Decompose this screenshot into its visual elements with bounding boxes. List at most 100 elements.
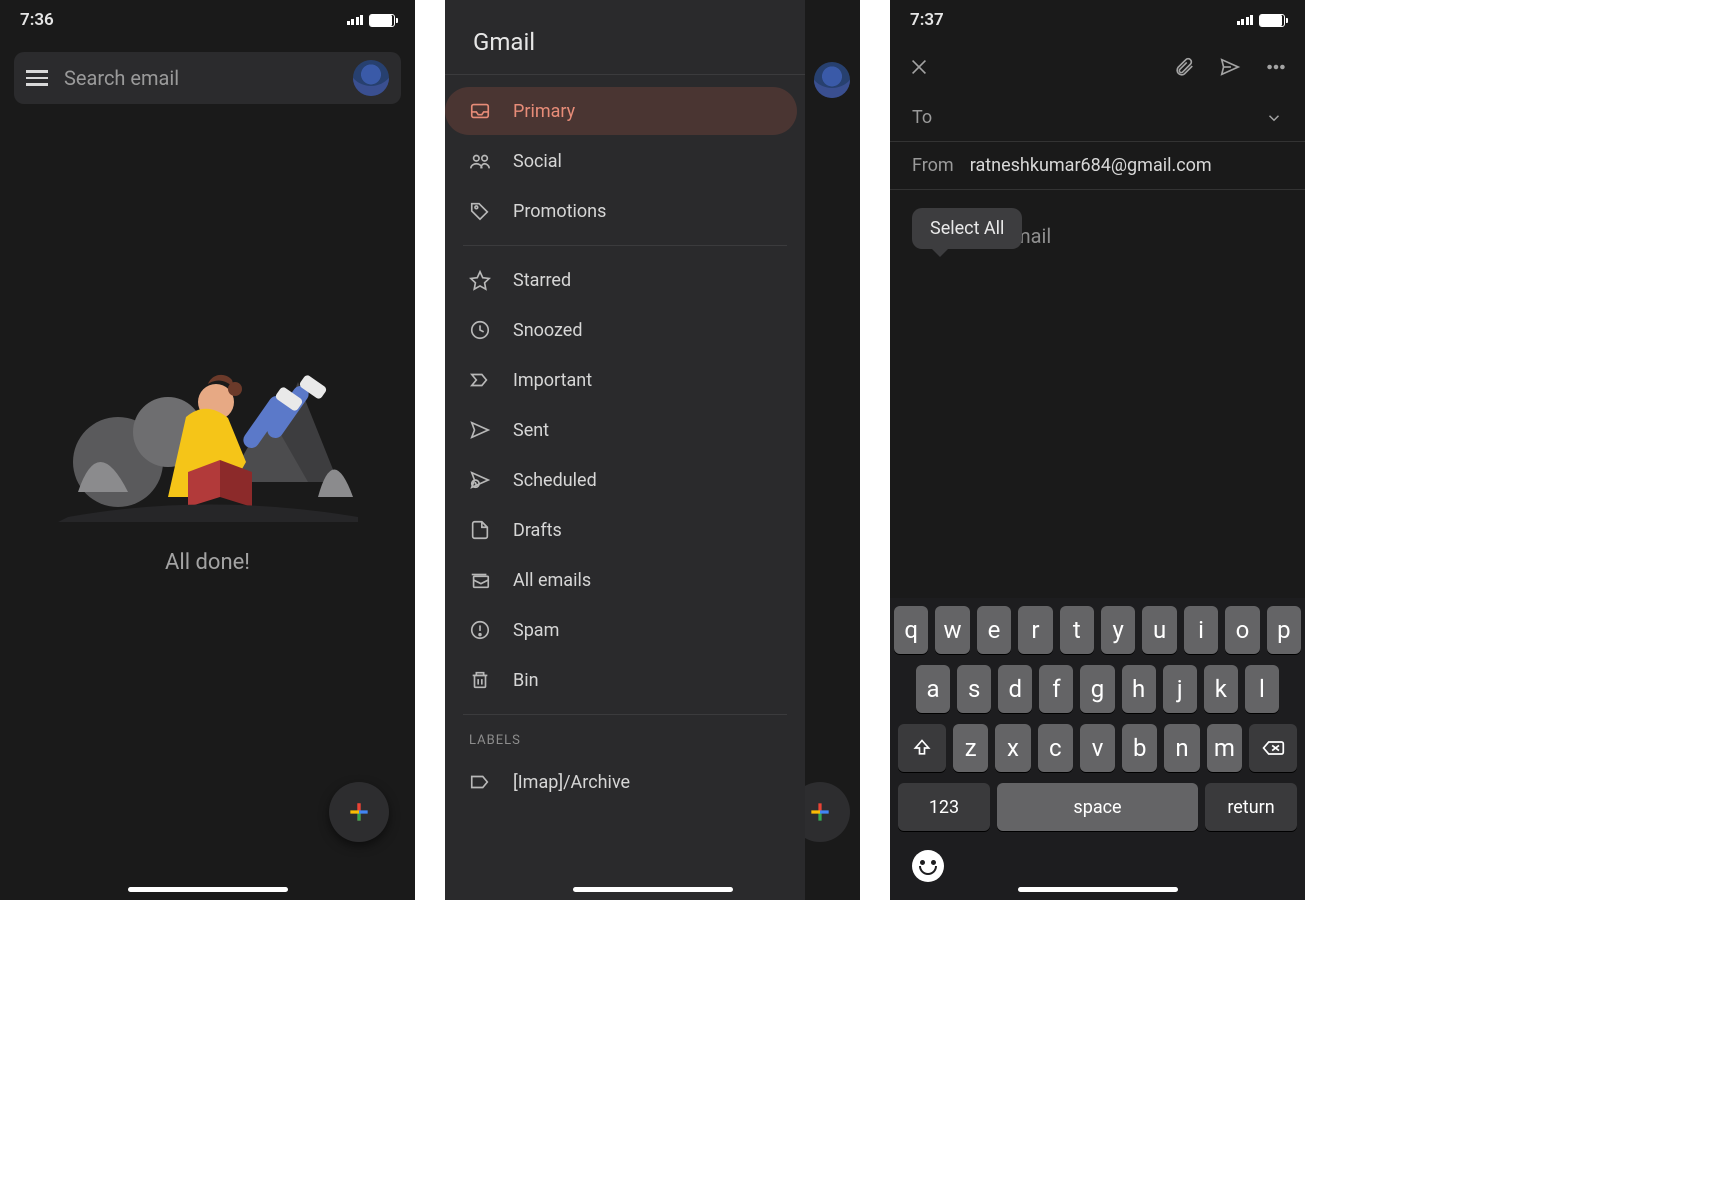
- drawer-item-important[interactable]: Important: [445, 356, 797, 404]
- drawer-item--imap-archive[interactable]: [Imap]/Archive: [445, 758, 797, 806]
- drawer-item-label: Drafts: [513, 520, 562, 541]
- status-time: 7:36: [20, 10, 54, 30]
- drawer-item-social[interactable]: Social: [445, 137, 797, 185]
- stacked-icon: [469, 569, 491, 591]
- key-d[interactable]: d: [998, 665, 1032, 713]
- from-value: ratneshkumar684@gmail.com: [970, 155, 1283, 176]
- signal-icon: [1237, 15, 1254, 25]
- divider: [463, 714, 787, 715]
- compose-fab[interactable]: [329, 782, 389, 842]
- scheduled-icon: [469, 469, 491, 491]
- key-c[interactable]: c: [1038, 724, 1073, 772]
- status-right: [347, 14, 396, 27]
- drawer-item-all-emails[interactable]: All emails: [445, 556, 797, 604]
- status-bar: 7:37: [890, 0, 1305, 40]
- key-j[interactable]: j: [1163, 665, 1197, 713]
- hamburger-icon[interactable]: [26, 70, 48, 86]
- key-z[interactable]: z: [953, 724, 988, 772]
- select-all-label: Select All: [930, 218, 1004, 239]
- file-icon: [469, 519, 491, 541]
- emoji-key[interactable]: [912, 850, 944, 882]
- key-n[interactable]: n: [1164, 724, 1199, 772]
- key-s[interactable]: s: [957, 665, 991, 713]
- drawer-item-primary[interactable]: Primary: [445, 87, 797, 135]
- key-l[interactable]: l: [1245, 665, 1279, 713]
- key-u[interactable]: u: [1142, 606, 1176, 654]
- from-field[interactable]: From ratneshkumar684@gmail.com: [890, 142, 1305, 190]
- drawer-item-label: Scheduled: [513, 470, 597, 491]
- labels-header: LABELS: [445, 723, 805, 756]
- alert-icon: [469, 619, 491, 641]
- backspace-key[interactable]: [1249, 724, 1297, 772]
- num-key[interactable]: 123: [898, 783, 990, 831]
- send-icon[interactable]: [1219, 56, 1241, 78]
- drawer-item-promotions[interactable]: Promotions: [445, 187, 797, 235]
- drawer-item-label: [Imap]/Archive: [513, 772, 630, 793]
- home-indicator[interactable]: [1018, 887, 1178, 892]
- drawer-item-drafts[interactable]: Drafts: [445, 506, 797, 554]
- avatar[interactable]: [353, 60, 389, 96]
- key-t[interactable]: t: [1060, 606, 1094, 654]
- key-k[interactable]: k: [1204, 665, 1238, 713]
- search-bar[interactable]: Search email: [14, 52, 401, 104]
- label-icon: [469, 771, 491, 793]
- key-e[interactable]: e: [977, 606, 1011, 654]
- send-icon: [469, 419, 491, 441]
- inbox-icon: [469, 100, 491, 122]
- nav-drawer: Gmail Primary SocialPromotions Starred Sno…: [445, 0, 805, 900]
- return-key[interactable]: return: [1205, 783, 1297, 831]
- drawer-item-label: Important: [513, 370, 592, 391]
- key-q[interactable]: q: [894, 606, 928, 654]
- status-right: [1237, 14, 1286, 27]
- drawer-item-sent[interactable]: Sent: [445, 406, 797, 454]
- key-w[interactable]: w: [935, 606, 969, 654]
- star-icon: [469, 269, 491, 291]
- key-h[interactable]: h: [1122, 665, 1156, 713]
- select-all-popover[interactable]: Select All: [912, 208, 1022, 249]
- to-field[interactable]: To: [890, 94, 1305, 142]
- space-key[interactable]: space: [997, 783, 1198, 831]
- status-time: 7:37: [910, 10, 944, 30]
- trash-icon: [469, 669, 491, 691]
- more-icon[interactable]: [1265, 56, 1287, 78]
- drawer-item-snoozed[interactable]: Snoozed: [445, 306, 797, 354]
- close-icon[interactable]: [908, 56, 930, 78]
- drawer-item-label: All emails: [513, 570, 591, 591]
- attach-icon[interactable]: [1173, 56, 1195, 78]
- keyboard: qwertyuiop asdfghjkl zxcvbnm 123 space r…: [890, 598, 1305, 900]
- key-b[interactable]: b: [1122, 724, 1157, 772]
- key-r[interactable]: r: [1018, 606, 1052, 654]
- from-label: From: [912, 155, 954, 176]
- key-v[interactable]: v: [1080, 724, 1115, 772]
- drawer-item-label: Snoozed: [513, 320, 583, 341]
- key-g[interactable]: g: [1080, 665, 1114, 713]
- drawer-title: Gmail: [445, 10, 805, 74]
- empty-illustration: [58, 322, 358, 522]
- drawer-item-starred[interactable]: Starred: [445, 256, 797, 304]
- divider: [445, 74, 805, 75]
- key-o[interactable]: o: [1225, 606, 1259, 654]
- drawer-item-label: Primary: [513, 101, 575, 122]
- key-p[interactable]: p: [1267, 606, 1301, 654]
- signal-icon: [347, 15, 364, 25]
- chevron-down-icon[interactable]: [1265, 109, 1283, 127]
- key-f[interactable]: f: [1039, 665, 1073, 713]
- avatar[interactable]: [814, 62, 850, 98]
- key-y[interactable]: y: [1101, 606, 1135, 654]
- key-a[interactable]: a: [916, 665, 950, 713]
- drawer-item-bin[interactable]: Bin: [445, 656, 797, 704]
- key-x[interactable]: x: [995, 724, 1030, 772]
- drawer-item-scheduled[interactable]: Scheduled: [445, 456, 797, 504]
- key-m[interactable]: m: [1207, 724, 1242, 772]
- plus-icon: [346, 799, 372, 825]
- home-indicator[interactable]: [128, 887, 288, 892]
- battery-icon: [1259, 14, 1285, 27]
- screen-drawer: Gmail Primary SocialPromotions Starred Sno…: [445, 0, 860, 900]
- key-i[interactable]: i: [1184, 606, 1218, 654]
- drawer-item-label: Spam: [513, 620, 559, 641]
- shift-key[interactable]: [898, 724, 946, 772]
- home-indicator[interactable]: [573, 887, 733, 892]
- people-icon: [469, 150, 491, 172]
- drawer-item-spam[interactable]: Spam: [445, 606, 797, 654]
- search-placeholder: Search email: [64, 66, 337, 90]
